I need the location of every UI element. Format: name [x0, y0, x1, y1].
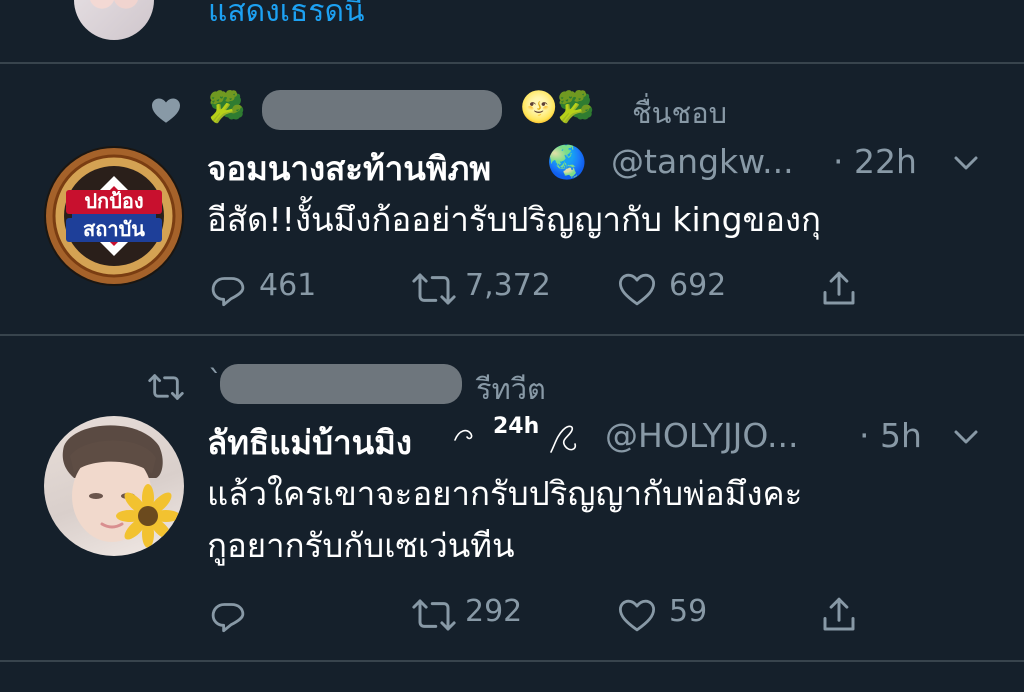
display-name[interactable]: จอมนางสะท้านพิภพ	[207, 142, 491, 195]
tweet-2[interactable]: ` รีทวีต ลัทธิแม่บ้านมิง 24h @HOLYJJO...…	[0, 336, 1024, 660]
chevron-down-icon[interactable]	[951, 148, 981, 178]
avatar-text-2: สถาบัน	[83, 217, 145, 241]
reply-count: 461	[259, 268, 317, 303]
social-context: ` รีทวีต	[0, 364, 1024, 408]
previous-tweet[interactable]: แสดงเธรดนี้	[0, 0, 1024, 62]
moon-broccoli-emoji: 🌝🥦	[520, 90, 595, 125]
avatar-badge-icon: ปกป้อง สถาบัน	[46, 148, 182, 284]
curl-decoration-icon	[550, 425, 577, 453]
avatar[interactable]	[44, 416, 184, 556]
swirl-decoration-icon	[454, 429, 473, 441]
chevron-down-icon[interactable]	[951, 422, 981, 452]
tweet-text-line-1: แล้วใครเขาจะอยากรับปริญญากับพ่อมึงคะ	[207, 474, 803, 513]
show-thread-link[interactable]: แสดงเธรดนี้	[208, 0, 364, 35]
globe-emoji: 🌏	[547, 143, 587, 181]
redacted-name	[262, 90, 502, 130]
heart-icon	[618, 273, 656, 306]
share-icon	[823, 271, 855, 305]
heart-filled-icon	[152, 98, 180, 123]
tweet-actions: 292 59	[207, 590, 987, 638]
tweet-text: แล้วใครเขาจะอยากรับปริญญากับพ่อมึงคะ กูอ…	[207, 468, 987, 572]
timeline: แสดงเธรดนี้ 🥦 🌝🥦 ชื่นชอบ ปกป้อง สถาบัน จ…	[0, 0, 1024, 692]
avatar-text-1: ปกป้อง	[84, 189, 143, 213]
avatar[interactable]	[74, 0, 154, 40]
retweet-icon	[412, 273, 456, 305]
social-context-label: รีทวีต	[476, 372, 546, 406]
display-name[interactable]: ลัทธิแม่บ้านมิง	[207, 416, 412, 469]
reply-icon	[211, 277, 245, 307]
like-count: 692	[669, 268, 727, 303]
timestamp[interactable]: · 5h	[859, 416, 922, 455]
tweet-text-line-2: กูอยากรับกับเซเว่นทีน	[207, 526, 515, 565]
name-decoration: 24h	[493, 414, 540, 439]
avatar-photo	[62, 425, 180, 548]
retweet-icon	[148, 374, 184, 400]
tweet-header: จอมนางสะท้านพิภพ 🌏 @tangkw... · 22h	[207, 142, 1007, 188]
retweet-icon	[412, 599, 456, 631]
tweet-actions: 461 7,372 692	[207, 264, 987, 312]
like-count: 59	[669, 594, 708, 629]
share-icon	[823, 597, 855, 631]
redacted-name	[220, 364, 462, 404]
avatar[interactable]: ปกป้อง สถาบัน	[44, 146, 184, 286]
tweet-1[interactable]: 🥦 🌝🥦 ชื่นชอบ ปกป้อง สถาบัน จอมนางสะท้านพ…	[0, 64, 1024, 334]
handle[interactable]: @tangkw...	[611, 142, 794, 181]
divider	[0, 660, 1024, 662]
handle[interactable]: @HOLYJJO...	[605, 416, 799, 455]
heart-icon	[618, 599, 656, 632]
broccoli-emoji: 🥦	[208, 90, 246, 125]
retweet-count: 7,372	[465, 268, 551, 303]
retweet-count: 292	[465, 594, 523, 629]
timestamp[interactable]: · 22h	[833, 142, 917, 181]
social-context-label: ชื่นชอบ	[632, 96, 728, 130]
social-context: 🥦 🌝🥦 ชื่นชอบ	[0, 88, 1024, 132]
tweet-header: ลัทธิแม่บ้านมิง 24h @HOLYJJO... · 5h	[207, 414, 1007, 462]
tweet-text: อีสัด!!งั้นมึงก้ออย่ารับปริญญากับ kingขอ…	[207, 200, 822, 239]
reply-icon	[211, 603, 245, 633]
